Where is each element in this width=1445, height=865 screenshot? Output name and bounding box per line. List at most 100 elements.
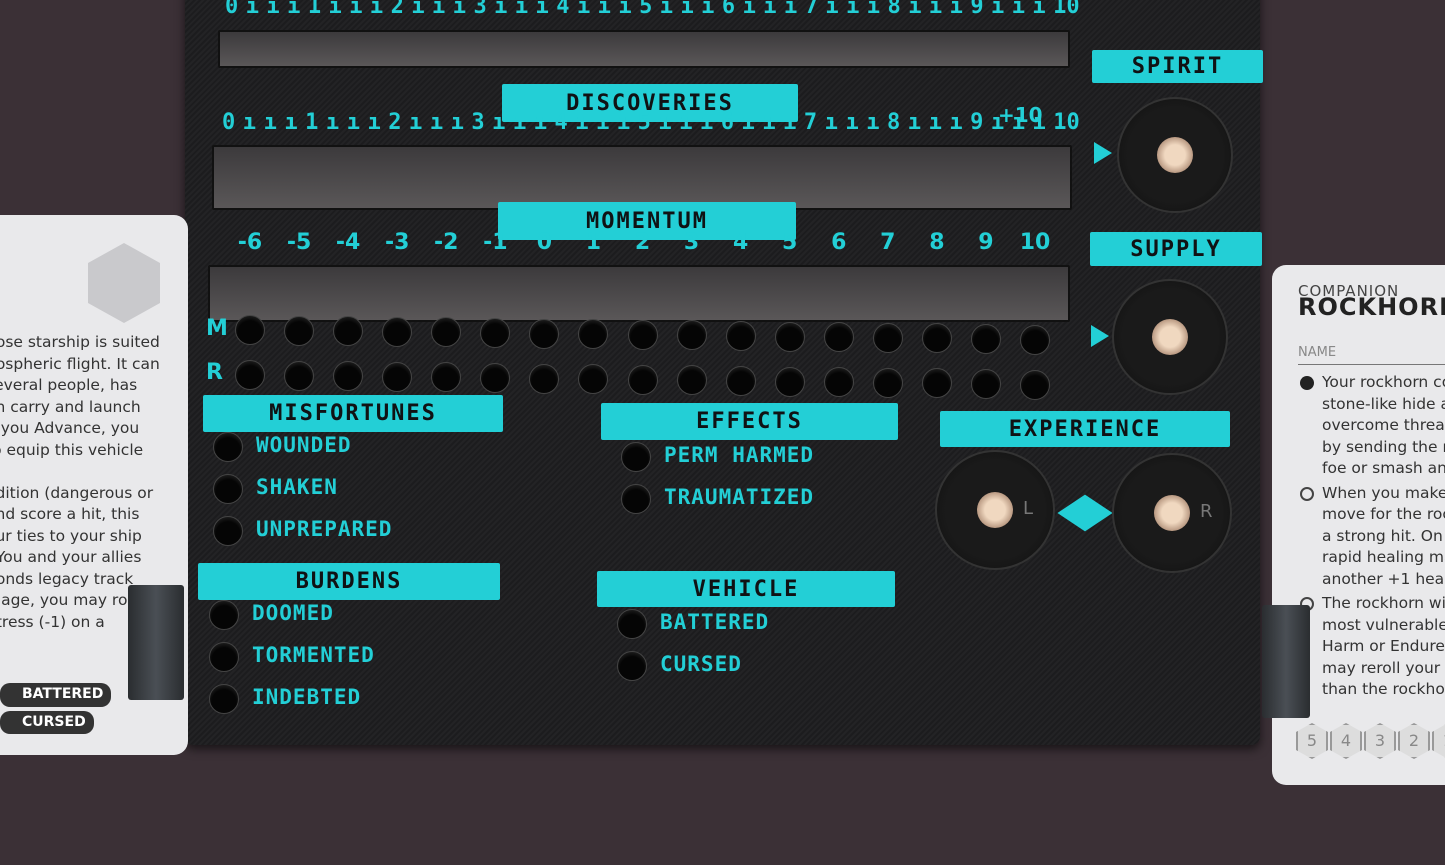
tick-mark: ı bbox=[658, 110, 672, 135]
health-box[interactable]: 5 bbox=[1296, 723, 1328, 759]
filled-hex-icon[interactable] bbox=[1300, 376, 1314, 390]
m-row-hole[interactable] bbox=[1020, 324, 1050, 355]
tick-mark: ı bbox=[845, 110, 859, 135]
tick-label: 1 bbox=[307, 0, 322, 19]
tick-mark: ı bbox=[535, 0, 549, 19]
momentum-value: -5 bbox=[286, 230, 312, 255]
m-row-hole[interactable] bbox=[774, 321, 805, 352]
tick-mark: ı bbox=[1011, 0, 1025, 19]
r-row-hole[interactable] bbox=[676, 365, 707, 396]
momentum-bar[interactable] bbox=[208, 265, 1070, 322]
discoveries-ticks: 0ııı1ııı2ııı3ııı4ııı5ııı6ııı7ııı8ııı9ııı… bbox=[222, 110, 1080, 135]
m-row-hole[interactable] bbox=[235, 315, 265, 345]
tick-label: 10 bbox=[1053, 110, 1080, 135]
r-row-hole[interactable] bbox=[382, 361, 413, 392]
tick-mark: ı bbox=[346, 110, 360, 135]
spirit-dial[interactable] bbox=[1117, 97, 1233, 213]
r-row-hole[interactable] bbox=[235, 360, 265, 390]
vehicle-label: VEHICLE bbox=[597, 571, 895, 607]
spirit-peg[interactable] bbox=[1157, 137, 1193, 173]
m-row-hole[interactable] bbox=[382, 316, 413, 347]
card-text-line bbox=[0, 461, 186, 483]
tick-mark: ı bbox=[512, 110, 527, 135]
effects-checkbox[interactable] bbox=[621, 442, 651, 472]
m-row-hole[interactable] bbox=[970, 324, 1001, 354]
r-row-hole[interactable] bbox=[970, 369, 1001, 399]
row-label-r: R bbox=[206, 360, 223, 385]
m-row-hole[interactable] bbox=[627, 319, 658, 350]
r-row-hole[interactable] bbox=[1020, 369, 1050, 400]
misfortunes-item: UNPREPARED bbox=[256, 517, 393, 541]
tick-mark: ı bbox=[245, 0, 259, 19]
vehicle-tag: CURSED bbox=[0, 710, 94, 734]
misfortunes-checkbox[interactable] bbox=[213, 516, 243, 546]
vehicle-item: BATTERED bbox=[660, 610, 770, 634]
r-row-hole[interactable] bbox=[774, 366, 805, 397]
supply-peg[interactable] bbox=[1152, 319, 1188, 355]
card-text-line: edition (dangerous or bbox=[0, 483, 154, 502]
misfortunes-checkbox[interactable] bbox=[213, 432, 243, 462]
tick-mark: ı bbox=[349, 0, 363, 19]
ability-text-line: The rockhorn will c bbox=[1322, 594, 1445, 612]
misfortunes-label: MISFORTUNES bbox=[203, 395, 503, 432]
burdens-checkbox[interactable] bbox=[209, 642, 239, 672]
health-track: 54321 bbox=[1296, 723, 1445, 759]
momentum-value: 0 bbox=[536, 230, 553, 255]
row-label-m: M bbox=[206, 316, 228, 341]
m-row-hole[interactable] bbox=[284, 315, 315, 346]
tick-mark: ı bbox=[990, 110, 1005, 135]
experience-peg-right[interactable] bbox=[1154, 495, 1190, 531]
health-box[interactable]: 1 bbox=[1432, 723, 1445, 759]
ability-text-line: than the rockhorn's bbox=[1322, 680, 1445, 698]
m-row-hole[interactable] bbox=[676, 320, 707, 351]
m-row-hole[interactable] bbox=[529, 318, 560, 349]
health-box[interactable]: 4 bbox=[1330, 723, 1362, 759]
ability-text-line: a strong hit. On a s bbox=[1322, 526, 1445, 545]
r-row-hole[interactable] bbox=[284, 360, 315, 391]
health-box[interactable]: 3 bbox=[1364, 723, 1396, 759]
tick-mark: ı bbox=[949, 0, 963, 19]
burdens-checkbox[interactable] bbox=[209, 684, 239, 714]
r-row-hole[interactable] bbox=[872, 367, 903, 398]
tick-mark: ı bbox=[701, 0, 715, 19]
r-row-hole[interactable] bbox=[627, 364, 658, 395]
discoveries-progress-bar[interactable] bbox=[212, 145, 1072, 210]
momentum-value: 10 bbox=[1019, 230, 1051, 255]
m-row-hole[interactable] bbox=[823, 322, 854, 353]
tick-label: 5 bbox=[639, 0, 653, 19]
effects-checkbox[interactable] bbox=[621, 484, 651, 514]
tick-mark: ı bbox=[866, 110, 880, 135]
ability-text-line: stone-like hide and bbox=[1322, 394, 1445, 413]
tick-label: 4 bbox=[556, 0, 570, 19]
misfortunes-item: SHAKEN bbox=[256, 475, 338, 499]
experience-dial-left[interactable]: L bbox=[935, 450, 1055, 570]
tick-mark: ı bbox=[494, 0, 508, 19]
burdens-label: BURDENS bbox=[198, 563, 500, 600]
tick-mark: ı bbox=[679, 110, 693, 135]
effects-item: TRAUMATIZED bbox=[664, 485, 815, 509]
burdens-checkbox[interactable] bbox=[209, 600, 239, 630]
tick-mark: ı bbox=[824, 110, 838, 135]
r-row-hole[interactable] bbox=[823, 367, 854, 398]
r-row-hole[interactable] bbox=[725, 366, 756, 396]
tick-mark: ı bbox=[266, 0, 280, 19]
tick-mark: ı bbox=[492, 110, 506, 135]
supply-dial[interactable] bbox=[1112, 279, 1228, 395]
experience-dial-right[interactable]: R bbox=[1112, 453, 1232, 573]
m-row-hole[interactable] bbox=[872, 322, 903, 353]
card-text-line: several people, has bbox=[0, 376, 138, 394]
r-row-hole[interactable] bbox=[529, 363, 560, 394]
tick-mark: ı bbox=[1011, 110, 1025, 135]
tick-label: 5 bbox=[637, 110, 651, 135]
vehicle-checkbox[interactable] bbox=[617, 651, 647, 681]
misfortunes-checkbox[interactable] bbox=[213, 474, 243, 504]
health-box[interactable]: 2 bbox=[1398, 723, 1430, 759]
experience-peg-left[interactable] bbox=[977, 492, 1013, 528]
m-row-hole[interactable] bbox=[725, 321, 756, 351]
empty-hex-icon[interactable] bbox=[1300, 486, 1314, 501]
tick-label: 8 bbox=[887, 110, 901, 135]
vehicle-checkbox[interactable] bbox=[617, 609, 647, 639]
tick-mark: ı bbox=[367, 110, 381, 135]
tick-label: 6 bbox=[720, 110, 734, 135]
card-text-line: and score a hit, this bbox=[0, 505, 140, 523]
